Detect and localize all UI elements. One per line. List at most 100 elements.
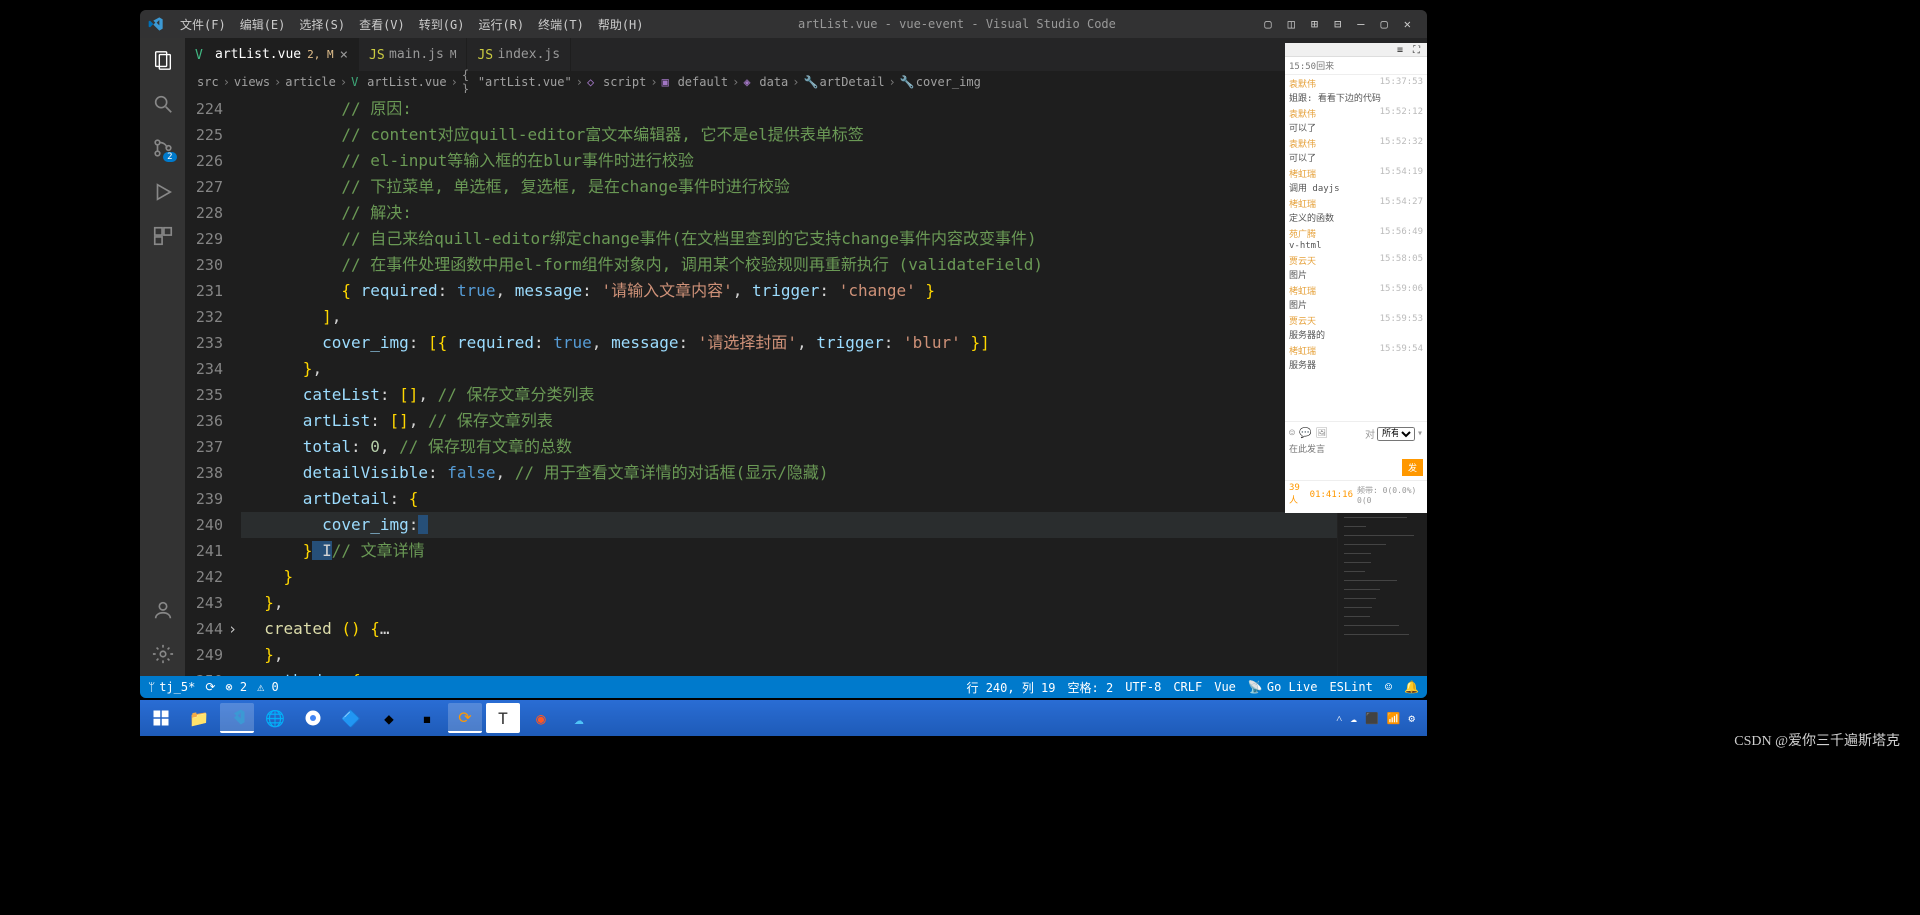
chat-header-time: 15:50回来 xyxy=(1285,57,1427,75)
eslint[interactable]: ESLint xyxy=(1329,680,1372,694)
chat-input[interactable] xyxy=(1287,443,1425,457)
breadcrumbs[interactable]: src› views› article› V artList.vue› { } … xyxy=(185,71,1427,93)
layout-icon[interactable]: ◫ xyxy=(1288,17,1295,31)
tray-icon[interactable]: ☁ xyxy=(1350,712,1357,725)
chat-icon[interactable]: 💬 xyxy=(1299,428,1311,439)
recipient-select[interactable]: 所有人 xyxy=(1377,427,1415,441)
menu-help[interactable]: 帮助(H) xyxy=(592,14,650,35)
app-taskbar-icon[interactable]: ⟳ xyxy=(448,703,482,733)
edge-taskbar-icon[interactable]: 🌐 xyxy=(258,703,292,733)
tab-label: index.js xyxy=(497,47,560,62)
code-content[interactable]: // 原因: // content对应quill-editor富文本编辑器, 它… xyxy=(241,93,1337,676)
tab-indexjs[interactable]: JS index.js xyxy=(467,38,571,71)
search-icon[interactable] xyxy=(151,92,175,116)
settings-icon[interactable] xyxy=(151,642,175,666)
tab-suffix: M xyxy=(450,48,457,61)
crumb[interactable]: artList.vue xyxy=(367,75,446,89)
image-icon[interactable]: 🖼 xyxy=(1315,428,1328,439)
field-icon: 🔧 xyxy=(804,76,816,88)
app-taskbar-icon[interactable]: ◆ xyxy=(372,703,406,733)
chat-input-area: ☺ 💬 🖼 对 所有人 ▾ 发 xyxy=(1285,421,1427,480)
send-button[interactable]: 发 xyxy=(1402,459,1423,476)
wifi-icon[interactable]: 📶 xyxy=(1387,712,1401,725)
chat-messages[interactable]: 袁默伟15:37:53姐跟: 看看下边的代码袁默伟15:52:12可以了袁默伟1… xyxy=(1285,75,1427,421)
expand-icon[interactable]: ⛶ xyxy=(1413,45,1423,55)
warnings[interactable]: ⚠ 0 xyxy=(257,680,279,694)
vscode-taskbar-icon[interactable] xyxy=(220,703,254,733)
tray-icon[interactable]: ⚙ xyxy=(1408,712,1415,725)
go-live[interactable]: 📡Go Live xyxy=(1248,680,1318,694)
menu-bar: 文件(F) 编辑(E) 选择(S) 查看(V) 转到(G) 运行(R) 终端(T… xyxy=(174,14,650,35)
explorer-icon[interactable] xyxy=(151,48,175,72)
tab-mainjs[interactable]: JS main.js M xyxy=(359,38,467,71)
chevron-up-icon[interactable]: ˄ xyxy=(1336,712,1342,725)
lang-mode[interactable]: Vue xyxy=(1214,680,1236,694)
errors[interactable]: ⊗ 2 xyxy=(225,680,247,694)
menu-go[interactable]: 转到(G) xyxy=(413,14,471,35)
tab-label: artList.vue xyxy=(215,47,301,62)
account-icon[interactable] xyxy=(151,598,175,622)
menu-edit[interactable]: 编辑(E) xyxy=(234,14,292,35)
menu-icon[interactable]: ≡ xyxy=(1397,45,1407,55)
code-editor[interactable]: 2242252262272282292302312322332342352362… xyxy=(185,93,1427,676)
activity-bar: 2 xyxy=(140,38,185,676)
scm-badge: 2 xyxy=(163,152,176,162)
tab-close-icon[interactable]: × xyxy=(340,47,348,63)
eol[interactable]: CRLF xyxy=(1173,680,1202,694)
crumb[interactable]: data xyxy=(759,75,788,89)
crumb[interactable]: script xyxy=(603,75,646,89)
git-branch[interactable]: ᛘtj_5* xyxy=(148,680,195,694)
emoji-icon[interactable]: ☺ xyxy=(1289,428,1295,439)
app-taskbar-icon[interactable]: T xyxy=(486,703,520,733)
close-icon[interactable]: ✕ xyxy=(1404,17,1411,31)
debug-icon[interactable] xyxy=(151,180,175,204)
menu-file[interactable]: 文件(F) xyxy=(174,14,232,35)
app-taskbar-icon[interactable]: ☁ xyxy=(562,703,596,733)
crumb[interactable]: cover_img xyxy=(916,75,981,89)
system-tray[interactable]: ˄ ☁ ⬛ 📶 ⚙ xyxy=(1336,712,1423,725)
vscode-logo-icon xyxy=(148,16,164,32)
indent[interactable]: 空格: 2 xyxy=(1068,679,1114,696)
encoding[interactable]: UTF-8 xyxy=(1125,680,1161,694)
crumb[interactable]: views xyxy=(234,75,270,89)
sync-icon[interactable]: ⟳ xyxy=(205,680,215,694)
cursor-position[interactable]: 行 240, 列 19 xyxy=(966,679,1055,696)
js-file-icon: JS xyxy=(477,48,491,62)
bell-icon[interactable]: 🔔 xyxy=(1404,680,1419,694)
menu-view[interactable]: 查看(V) xyxy=(353,14,411,35)
crumb[interactable]: default xyxy=(678,75,729,89)
layout-icon[interactable]: ▢ xyxy=(1264,17,1271,31)
crumb[interactable]: src xyxy=(197,75,219,89)
menu-run[interactable]: 运行(R) xyxy=(472,14,530,35)
explorer-taskbar-icon[interactable]: 📁 xyxy=(182,703,216,733)
window-title: artList.vue - vue-event - Visual Studio … xyxy=(650,17,1265,31)
method-icon: ◈ xyxy=(743,76,755,88)
windows-taskbar: 📁 🌐 🔷 ◆ ▪ ⟳ T ◉ ☁ ˄ ☁ ⬛ 📶 ⚙ xyxy=(140,700,1427,736)
tab-suffix: 2, M xyxy=(307,48,334,61)
terminal-taskbar-icon[interactable]: ▪ xyxy=(410,703,444,733)
csdn-watermark: CSDN @爱你三千遍斯塔克 xyxy=(1734,730,1900,750)
start-button[interactable] xyxy=(144,703,178,733)
dropdown-icon[interactable]: ▾ xyxy=(1417,428,1423,439)
tray-icon[interactable]: ⬛ xyxy=(1365,712,1379,725)
feedback-icon[interactable]: ☺ xyxy=(1385,680,1392,694)
menu-selection[interactable]: 选择(S) xyxy=(293,14,351,35)
crumb[interactable]: article xyxy=(285,75,336,89)
app-taskbar-icon[interactable]: ◉ xyxy=(524,703,558,733)
crumb[interactable]: artDetail xyxy=(820,75,885,89)
maximize-icon[interactable]: ▢ xyxy=(1381,17,1388,31)
window-controls: ▢ ◫ ⊞ ⊟ — ▢ ✕ xyxy=(1264,17,1419,31)
module-icon: ◇ xyxy=(587,76,599,88)
layout-icon[interactable]: ⊟ xyxy=(1334,17,1341,31)
scm-icon[interactable]: 2 xyxy=(151,136,175,160)
menu-terminal[interactable]: 终端(T) xyxy=(532,14,590,35)
elapsed-time: 01:41:16 xyxy=(1310,490,1353,500)
chrome-taskbar-icon[interactable] xyxy=(296,703,330,733)
brace-icon: { } xyxy=(462,76,474,88)
extensions-icon[interactable] xyxy=(151,224,175,248)
layout-icon[interactable]: ⊞ xyxy=(1311,17,1318,31)
app-taskbar-icon[interactable]: 🔷 xyxy=(334,703,368,733)
minimize-icon[interactable]: — xyxy=(1357,17,1364,31)
tab-artlist[interactable]: V artList.vue 2, M × xyxy=(185,38,359,71)
crumb[interactable]: "artList.vue" xyxy=(478,75,572,89)
